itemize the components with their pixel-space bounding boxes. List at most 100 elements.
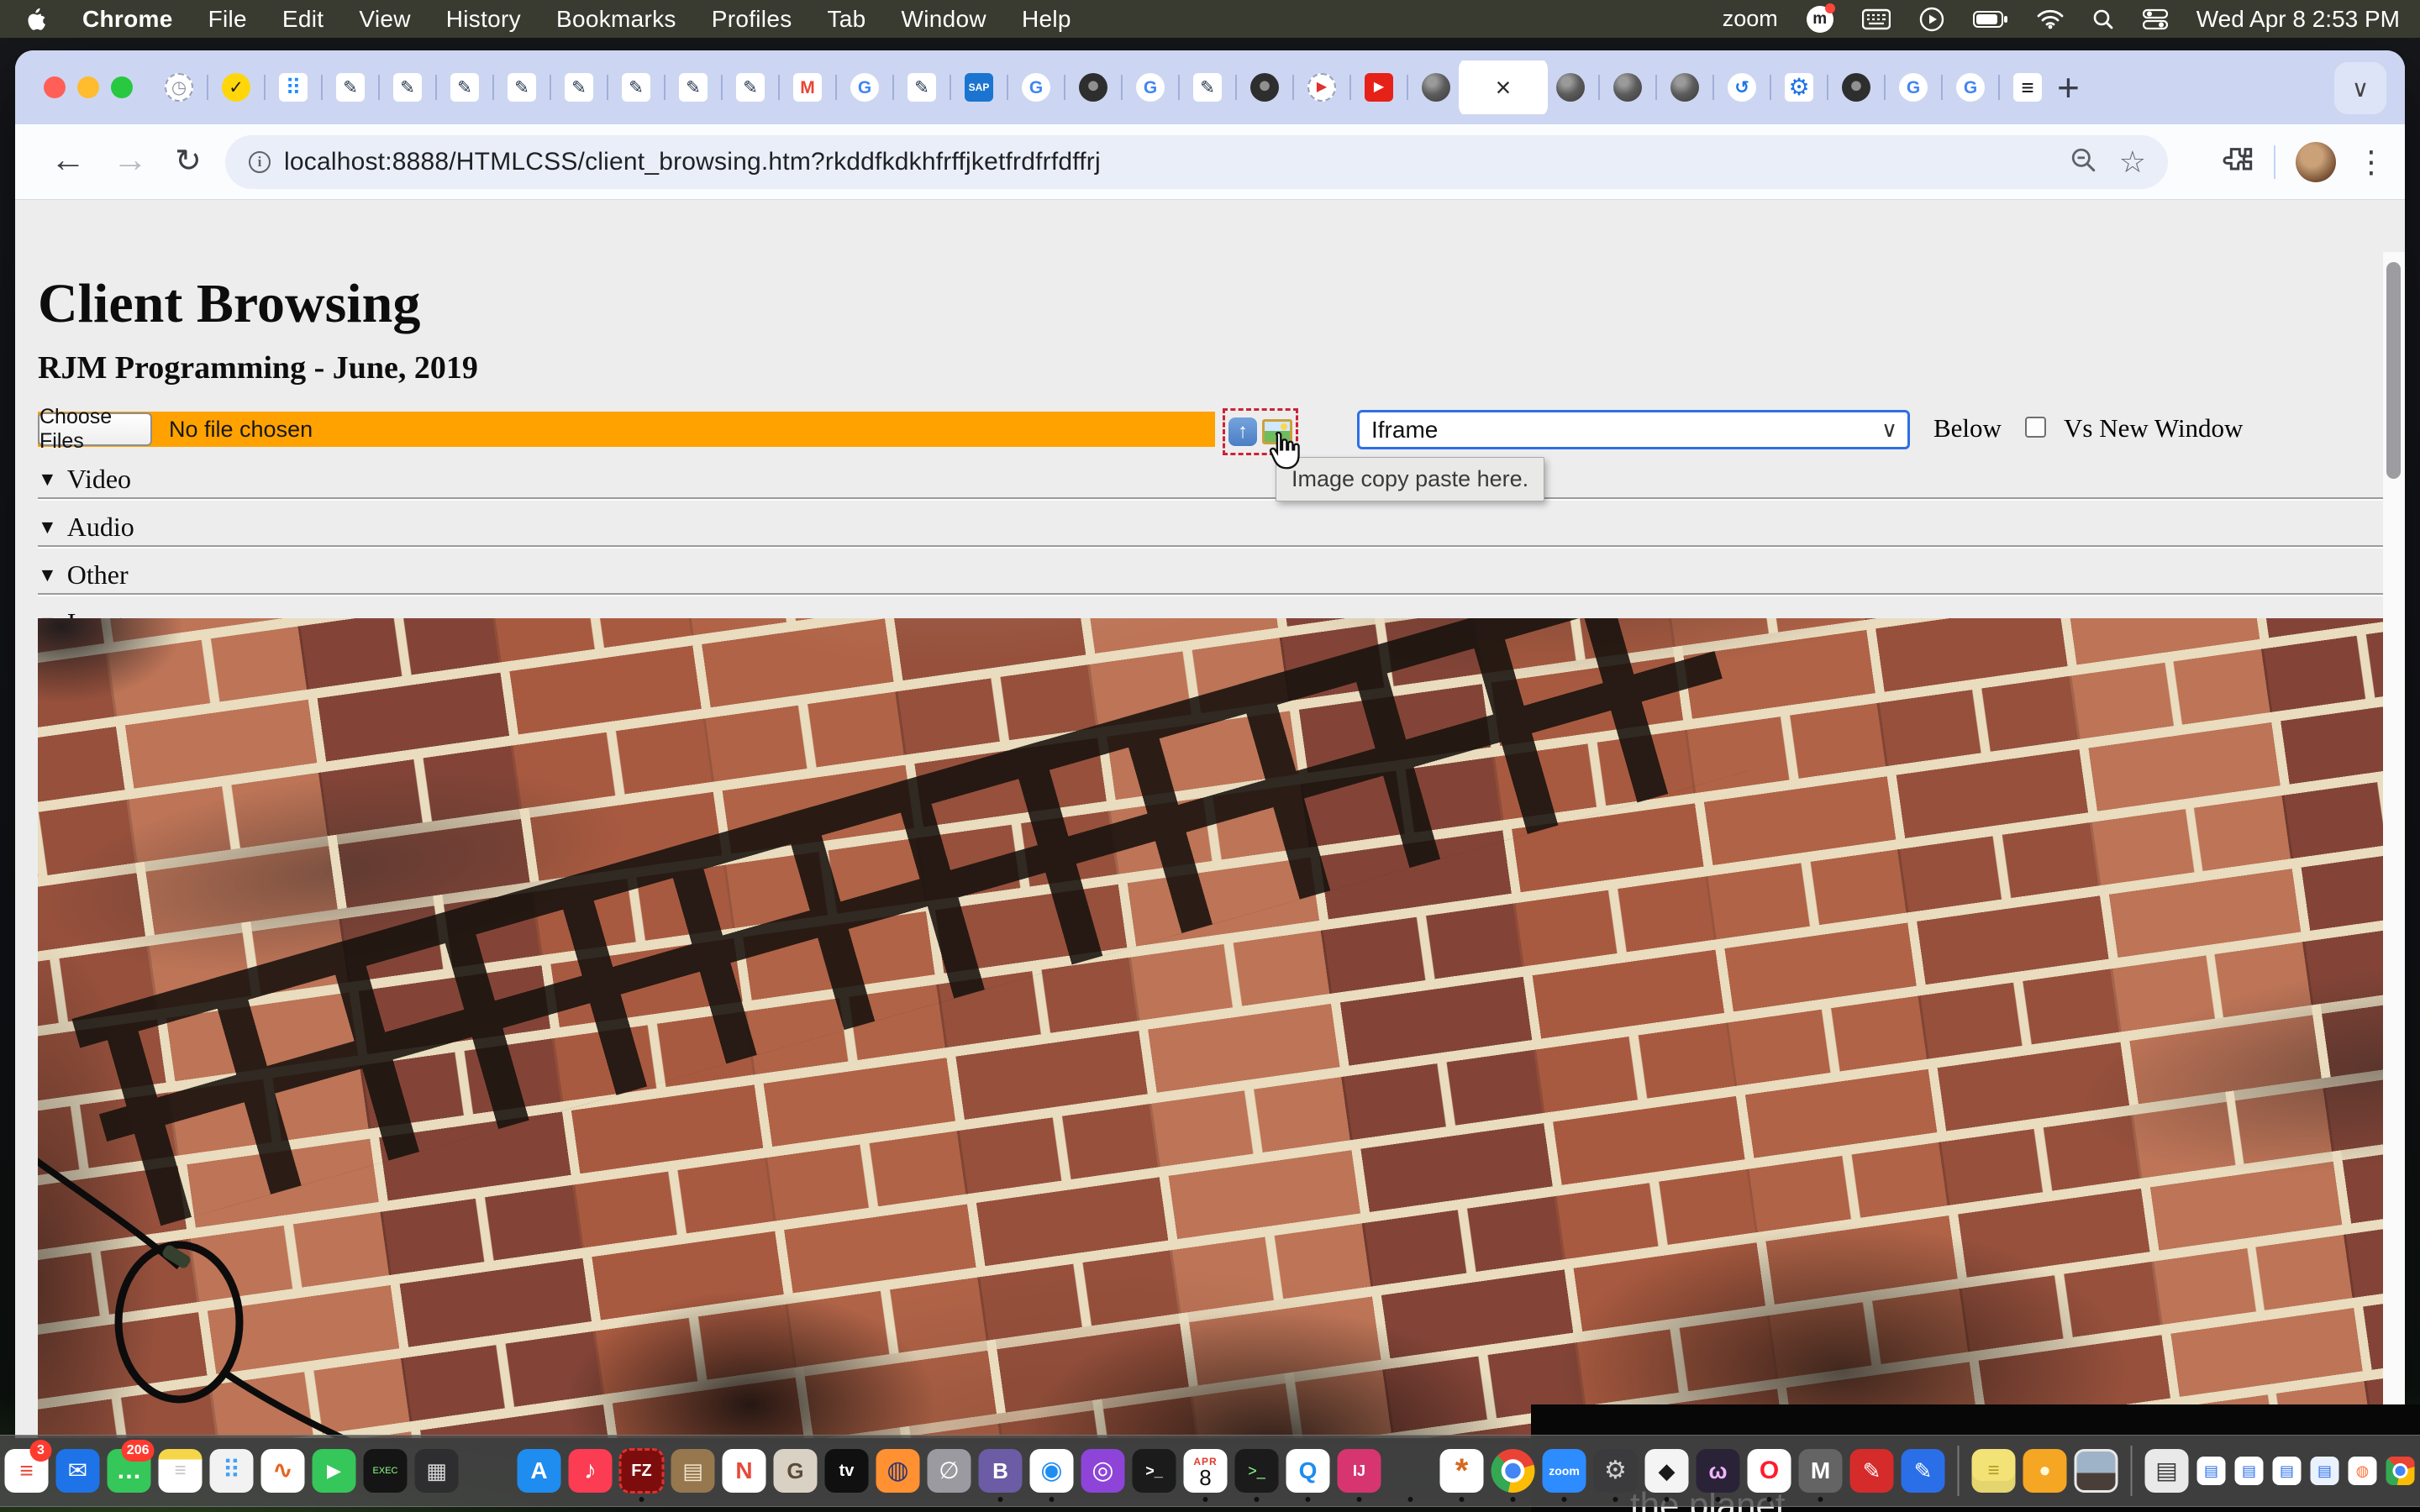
vertical-scrollbar-thumb[interactable] [2386, 262, 2401, 479]
reminders-icon[interactable]: 3≡ [3, 1438, 50, 1504]
podcasts-icon[interactable]: ◎ [1080, 1438, 1127, 1504]
active-tab[interactable]: × [1459, 60, 1548, 114]
youtube-favicon[interactable]: ▶ [1365, 73, 1393, 102]
reload-button[interactable]: ↻ [175, 142, 202, 180]
terminal-exec-icon[interactable]: EXEC [362, 1438, 409, 1504]
globe-dark-favicon[interactable] [1422, 73, 1450, 102]
palette-icon[interactable]: * [1439, 1438, 1486, 1504]
section-summary-audio[interactable]: ▼Audio [38, 508, 134, 545]
zoom-out-page-icon[interactable] [2070, 147, 2097, 178]
minimize-window-button[interactable] [77, 76, 99, 98]
brick-wall-image[interactable] [38, 618, 2405, 1438]
blue-pen-icon[interactable]: ✎ [1900, 1438, 1947, 1504]
vs-new-window-checkbox[interactable] [2025, 417, 2046, 438]
menu-item-edit[interactable]: Edit [282, 6, 324, 33]
quicktime-icon[interactable]: Q [1285, 1438, 1332, 1504]
profile-avatar[interactable] [2296, 142, 2336, 182]
document-icon[interactable] [1387, 1438, 1434, 1504]
check-favicon[interactable]: ✓ [222, 73, 250, 102]
menu-item-chrome[interactable]: Chrome [82, 6, 173, 33]
section-summary-video[interactable]: ▼Video [38, 460, 131, 497]
screenshot-preview-icon[interactable] [2073, 1438, 2120, 1504]
globe-dark-favicon[interactable] [1556, 73, 1585, 102]
apple-menu-icon[interactable] [25, 7, 47, 32]
dots-grid-favicon[interactable]: ⠿ [279, 73, 308, 102]
menu-item-history[interactable]: History [446, 6, 521, 33]
launchpad-icon[interactable]: ⠿ [208, 1438, 255, 1504]
apple-tv-icon[interactable]: tv [823, 1438, 871, 1504]
zoom-icon[interactable]: zoom [1541, 1438, 1588, 1504]
wifi-icon[interactable] [2037, 9, 2064, 29]
keypad-icon[interactable]: ▦ [413, 1438, 460, 1504]
menu-item-file[interactable]: File [208, 6, 247, 33]
inkscape-icon[interactable]: ◆ [1644, 1438, 1691, 1504]
extensions-icon[interactable] [2220, 144, 2254, 181]
close-tab-icon[interactable]: × [1496, 72, 1512, 103]
minimized-doc-icon[interactable]: ▤ [2195, 1438, 2228, 1504]
menu-item-view[interactable]: View [359, 6, 410, 33]
forward-button[interactable]: → [113, 139, 148, 180]
pencil-favicon[interactable]: ✎ [508, 73, 536, 102]
stack-favicon[interactable]: ≡ [2013, 73, 2042, 102]
music-icon[interactable]: ♪ [567, 1438, 614, 1504]
settings-gear-favicon[interactable]: ⚙ [1785, 73, 1813, 102]
section-summary-other[interactable]: ▼Other [38, 556, 129, 593]
globe-dark-favicon[interactable] [1670, 73, 1699, 102]
google-favicon[interactable]: G [1022, 73, 1050, 102]
lightbulb-icon[interactable]: ● [2022, 1438, 2069, 1504]
globe-dark-favicon[interactable] [1613, 73, 1642, 102]
back-button[interactable]: ← [50, 139, 86, 180]
tab-search-chevron[interactable]: ∨ [2334, 62, 2386, 114]
calendar-icon[interactable]: APR8 [1182, 1438, 1229, 1504]
intellij-icon[interactable]: IJ [1336, 1438, 1383, 1504]
chrome-icon[interactable] [1490, 1438, 1537, 1504]
control-center-icon[interactable] [2143, 8, 2168, 30]
file-input-bar[interactable]: No file chosen [38, 412, 1215, 447]
zoom-window-button[interactable] [111, 76, 133, 98]
minimized-doc-icon[interactable]: ▤ [2270, 1438, 2304, 1504]
pencil-favicon[interactable]: ✎ [565, 73, 593, 102]
pencil-favicon[interactable]: ✎ [908, 73, 936, 102]
facetime-icon[interactable]: ▶ [311, 1438, 358, 1504]
menu-zoom-app[interactable]: zoom [1723, 6, 1778, 32]
opera-icon[interactable]: O [1746, 1438, 1793, 1504]
spotlight-search-icon[interactable] [2092, 8, 2114, 30]
terminal-icon[interactable]: >_ [1131, 1438, 1178, 1504]
filezilla-icon[interactable]: FZ [618, 1438, 666, 1504]
choose-files-button[interactable]: Choose Files [38, 412, 152, 446]
blocked-icon[interactable]: ∅ [926, 1438, 973, 1504]
safari-icon[interactable]: ◉ [1028, 1438, 1076, 1504]
pencil-favicon[interactable]: ✎ [1193, 73, 1222, 102]
bbedit-icon[interactable]: B [977, 1438, 1024, 1504]
target-select[interactable]: Iframe ∨ [1357, 410, 1910, 449]
gimp-icon[interactable]: G [772, 1438, 819, 1504]
menu-item-bookmarks[interactable]: Bookmarks [556, 6, 676, 33]
menu-item-tab[interactable]: Tab [828, 6, 866, 33]
upload-arrow-icon[interactable]: ↑ [1228, 417, 1257, 446]
pencil-favicon[interactable]: ✎ [336, 73, 365, 102]
google-favicon[interactable]: G [1136, 73, 1165, 102]
notification-app-icon[interactable]: m [1807, 6, 1833, 33]
gmail-favicon[interactable]: M [793, 73, 822, 102]
appstore-icon[interactable]: A [516, 1438, 563, 1504]
chrome-menu-icon[interactable]: ⋮ [2356, 144, 2386, 180]
sap-favicon[interactable]: SAP [965, 73, 993, 102]
menu-item-window[interactable]: Window [902, 6, 986, 33]
mail-icon[interactable]: ✉ [55, 1438, 102, 1504]
vertical-scrollbar[interactable] [2383, 252, 2405, 1438]
minimized-chrome-icon[interactable] [2384, 1438, 2417, 1504]
google-favicon[interactable]: G [1899, 73, 1928, 102]
swirl-icon[interactable]: ∿ [260, 1438, 307, 1504]
pencil-favicon[interactable]: ✎ [736, 73, 765, 102]
terminal-small-icon[interactable]: >_ [1234, 1438, 1281, 1504]
cat-icon[interactable]: ω [1695, 1438, 1742, 1504]
battery-icon[interactable] [1973, 10, 2008, 29]
history-favicon[interactable]: ↺ [1728, 73, 1756, 102]
notes-icon[interactable]: ≡ [157, 1438, 204, 1504]
red-pen-icon[interactable]: ✎ [1849, 1438, 1896, 1504]
address-bar[interactable]: i localhost:8888/HTMLCSS/client_browsing… [225, 135, 2168, 189]
printer-icon[interactable]: ▤ [2144, 1438, 2191, 1504]
google-favicon[interactable]: G [850, 73, 879, 102]
close-window-button[interactable] [44, 76, 66, 98]
keyboard-icon[interactable] [1862, 8, 1891, 30]
